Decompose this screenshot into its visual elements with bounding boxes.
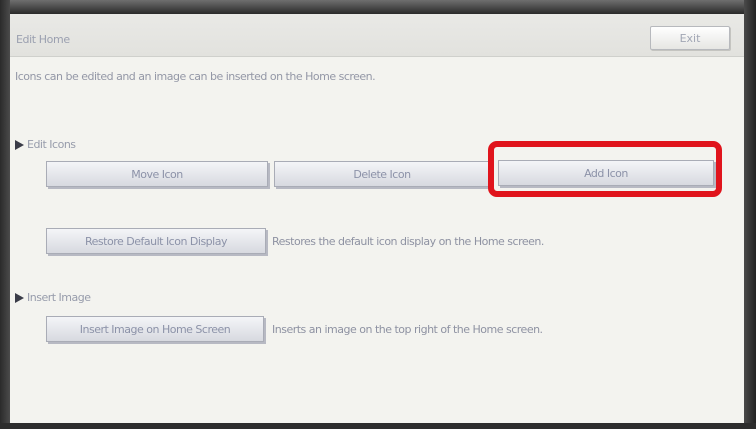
bezel-top (0, 0, 756, 14)
triangle-arrow-icon (15, 292, 24, 303)
restore-default-icon-display-button[interactable]: Restore Default Icon Display (46, 228, 266, 254)
exit-button[interactable]: Exit (650, 26, 730, 50)
restore-description: Restores the default icon display on the… (272, 235, 544, 248)
insert-image-on-home-screen-button[interactable]: Insert Image on Home Screen (46, 316, 264, 342)
insert-image-heading-label: Insert Image (27, 291, 91, 304)
insert-image-description: Inserts an image on the top right of the… (272, 323, 543, 336)
insert-image-heading: Insert Image (15, 291, 91, 304)
move-icon-button[interactable]: Move Icon (46, 161, 268, 187)
edit-home-screen: Edit Home Exit Icons can be edited and a… (10, 14, 744, 423)
screen-description: Icons can be edited and an image can be … (15, 70, 376, 83)
title-bar: Edit Home Exit (10, 14, 744, 57)
bezel-right (744, 0, 756, 429)
edit-icons-heading-label: Edit Icons (27, 138, 76, 151)
page-title: Edit Home (16, 33, 70, 46)
triangle-arrow-icon (15, 139, 24, 150)
highlight-box (488, 141, 722, 197)
edit-icons-heading: Edit Icons (15, 138, 76, 151)
bezel-left (0, 0, 10, 429)
bezel-bottom (0, 423, 756, 429)
delete-icon-button[interactable]: Delete Icon (274, 161, 490, 187)
